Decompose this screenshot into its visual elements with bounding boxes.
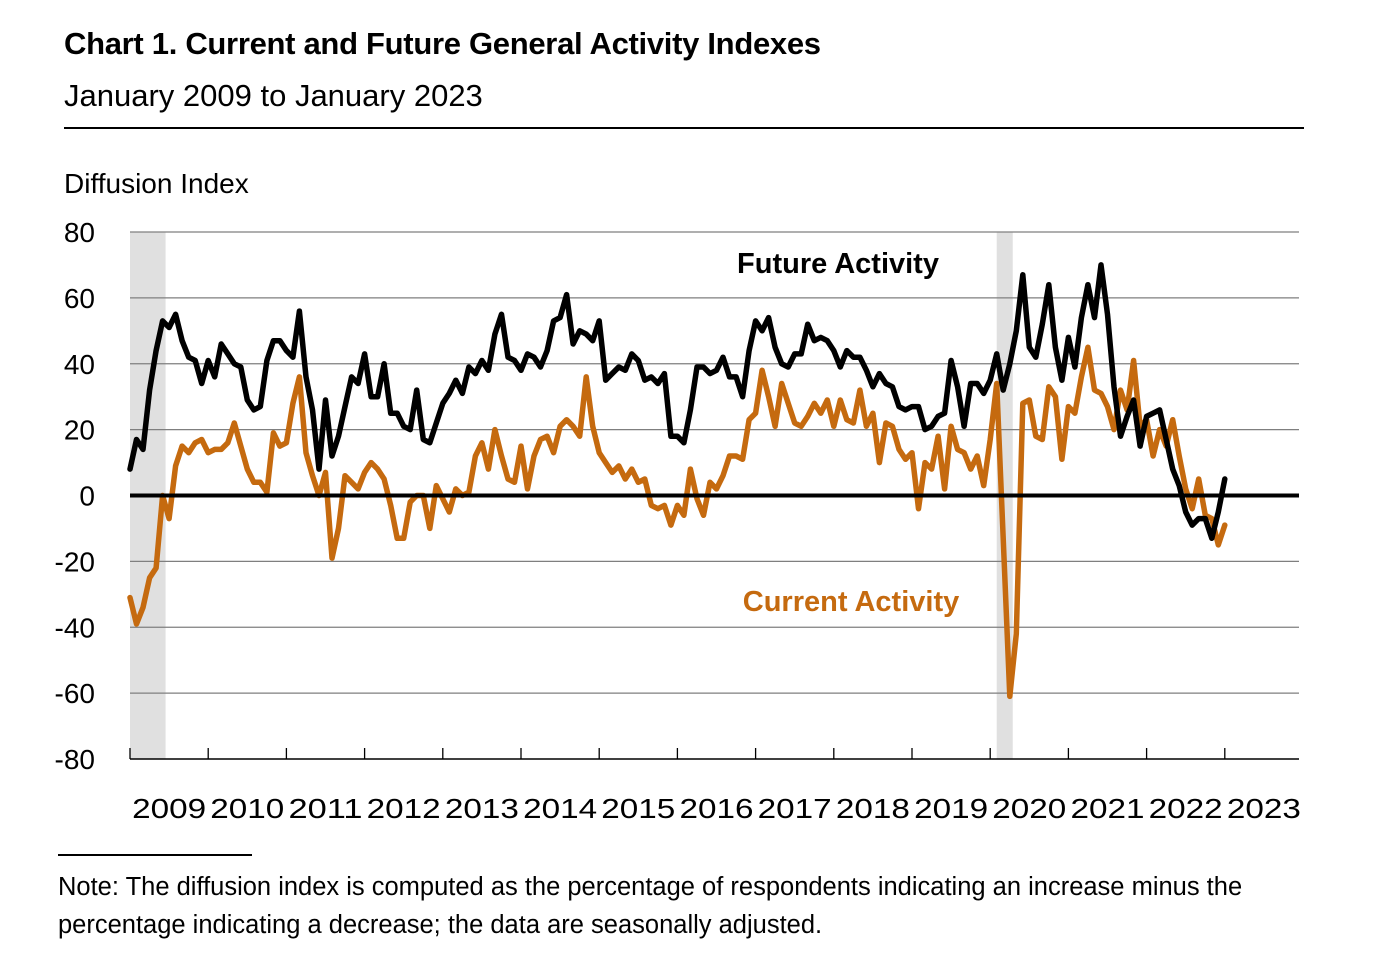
x-tick-label: 2018 xyxy=(836,793,910,824)
line-chart: 806040200-20-40-60-80 2009 2010 2011 2012 20… xyxy=(55,217,1301,824)
x-axis: 2009 2010 2011 2012 2013 2014 2015 2016 2017 2018… xyxy=(129,748,1301,824)
series-label-current: Current Activity xyxy=(743,586,959,618)
x-tick-label: 2021 xyxy=(1071,793,1145,824)
x-tick-label: 2022 xyxy=(1149,793,1223,824)
x-tick-label: 2016 xyxy=(680,793,754,824)
x-tick-label: 2009 xyxy=(132,793,206,824)
x-tick-label: 2017 xyxy=(758,793,832,824)
x-tick-label: 2014 xyxy=(523,793,597,824)
y-tick-label: -80 xyxy=(55,744,95,775)
x-tick-label: 2015 xyxy=(601,793,675,824)
y-tick-label: 60 xyxy=(64,283,95,314)
x-tick-label: 2011 xyxy=(289,793,363,824)
series-lines xyxy=(127,262,1228,700)
y-tick-label: -20 xyxy=(55,546,95,577)
y-tick-label: 0 xyxy=(79,481,95,512)
x-tick-label: 2020 xyxy=(992,793,1066,824)
footnote: Note: The diffusion index is computed as… xyxy=(58,873,1243,939)
x-tick-label: 2023 xyxy=(1227,793,1301,824)
x-tick-label: 2010 xyxy=(210,793,284,824)
y-tick-label: 80 xyxy=(64,217,95,248)
series-line-current xyxy=(127,344,1228,700)
x-tick-label: 2013 xyxy=(445,793,519,824)
y-axis-ticks: 80 60 40 20 0 -20 -40 -60 -80 xyxy=(55,217,95,775)
y-tick-label: 40 xyxy=(64,349,95,380)
y-tick-label: -60 xyxy=(55,678,95,709)
y-tick-label: 20 xyxy=(64,415,95,446)
gridlines xyxy=(130,231,1299,694)
y-tick-label: -40 xyxy=(55,612,95,643)
note-divider xyxy=(58,854,252,856)
series-label-future: Future Activity xyxy=(737,248,939,280)
x-tick-label: 2019 xyxy=(914,793,988,824)
x-tick-label: 2012 xyxy=(367,793,441,824)
series-labels: Future Activity Current Activity xyxy=(737,248,959,618)
